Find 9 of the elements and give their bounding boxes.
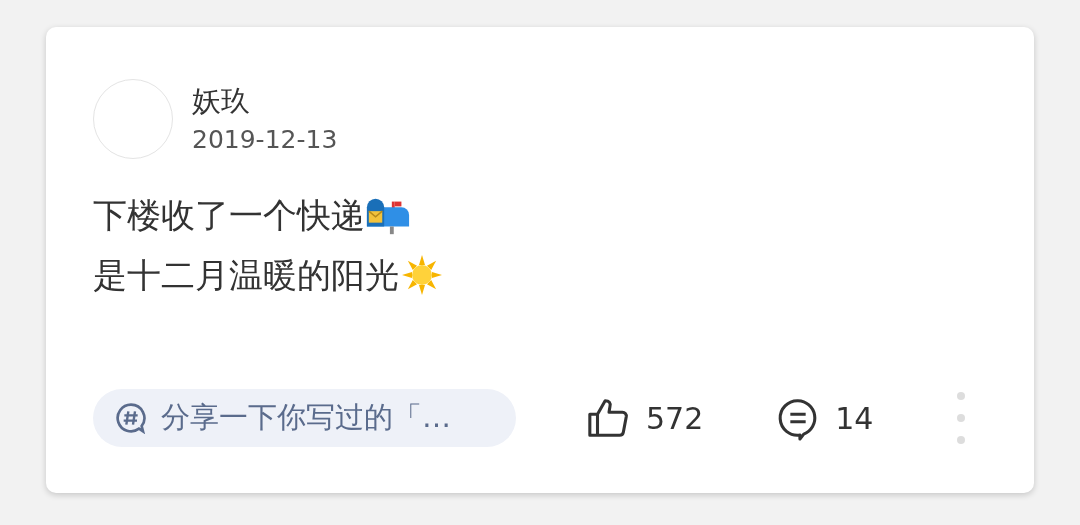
like-button[interactable]: 572 bbox=[586, 395, 704, 441]
post-text: 下楼收了一个快递 bbox=[93, 194, 365, 237]
comment-button[interactable]: 14 bbox=[775, 395, 874, 441]
hashtag-icon bbox=[115, 402, 147, 434]
post-date: 2019-12-13 bbox=[192, 125, 338, 155]
topic-tag[interactable]: 分享一下你写过的「… bbox=[93, 389, 516, 447]
post-text: 是十二月温暖的阳光 bbox=[93, 254, 399, 297]
more-icon[interactable] bbox=[957, 392, 966, 444]
author-name[interactable]: 妖玖 bbox=[192, 83, 338, 119]
